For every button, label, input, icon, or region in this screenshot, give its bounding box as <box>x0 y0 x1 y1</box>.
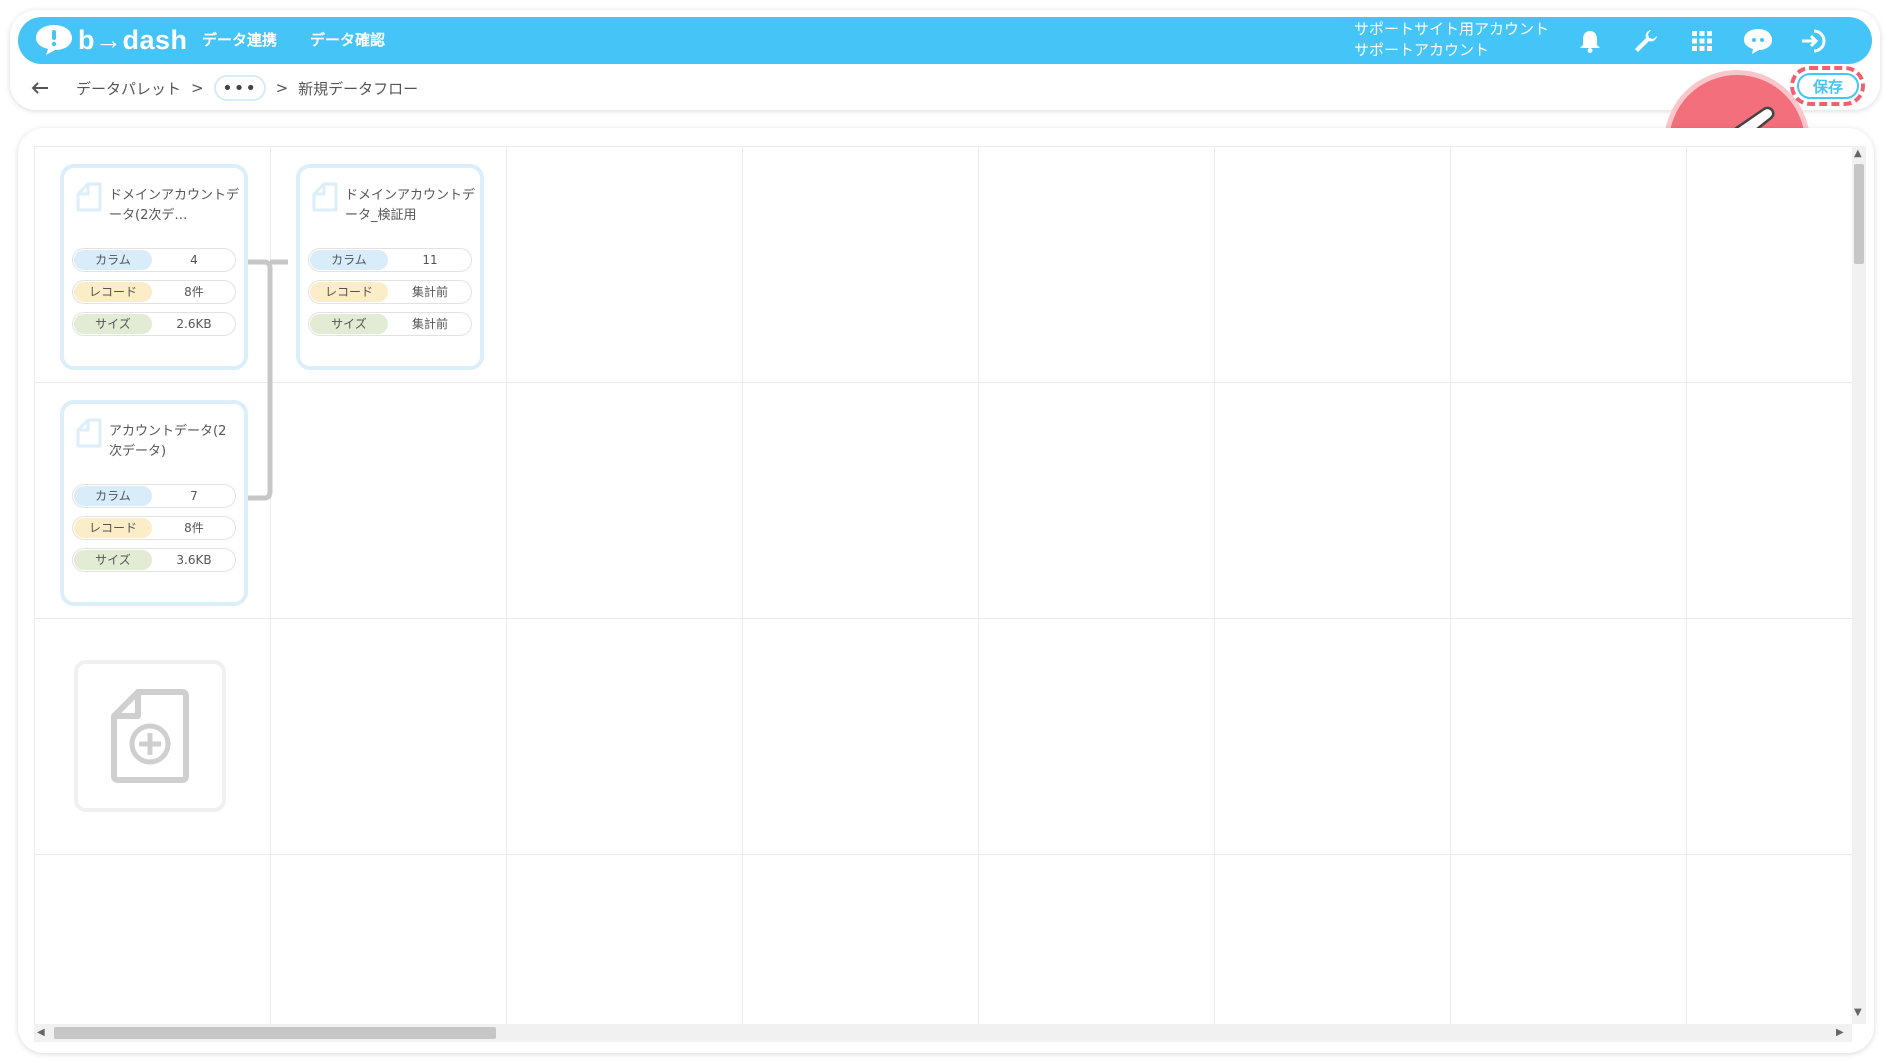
horizontal-scrollbar[interactable]: ◀ ▶ <box>34 1024 1852 1042</box>
apps-grid-icon[interactable] <box>1686 25 1718 57</box>
stat-value: 4 <box>190 253 198 267</box>
breadcrumb-root[interactable]: データパレット <box>76 78 181 99</box>
stat-value: 7 <box>190 489 198 503</box>
scroll-up-arrow[interactable]: ▲ <box>1854 149 1862 159</box>
stat-value: 3.6KB <box>176 553 212 567</box>
bell-icon[interactable] <box>1574 25 1606 57</box>
add-data-card[interactable] <box>74 660 226 812</box>
stat-label: レコード <box>74 518 152 538</box>
logo[interactable]: b→dash <box>34 22 188 58</box>
stat-row-columns: カラム 7 <box>72 484 236 508</box>
wrench-icon[interactable] <box>1630 25 1662 57</box>
stat-row-records: レコード 8件 <box>72 516 236 540</box>
stat-value: 集計前 <box>411 317 448 331</box>
scroll-left-arrow[interactable]: ◀ <box>37 1028 45 1038</box>
card-title: ドメインアカウントデータ_検証用 <box>345 188 476 223</box>
stat-row-size: サイズ 3.6KB <box>72 548 236 572</box>
data-card-domain-account[interactable]: ドメインアカウントデータ(2次デ… カラム 4 レコード 8件 サイズ 2.6KB <box>60 164 248 370</box>
stat-value: 8件 <box>184 521 204 535</box>
stat-value: 11 <box>422 253 438 267</box>
stat-row-records: レコード 8件 <box>72 280 236 304</box>
stat-row-size: サイズ 2.6KB <box>72 312 236 336</box>
breadcrumb-ellipsis-button[interactable]: ••• <box>213 75 266 101</box>
breadcrumb: データパレット > ••• > 新規データフロー <box>30 75 419 101</box>
stat-label: カラム <box>74 486 152 506</box>
card-title: ドメインアカウントデータ(2次デ… <box>109 188 240 223</box>
data-card-account[interactable]: アカウントデータ(2次データ) カラム 7 レコード 8件 サイズ 3.6KB <box>60 400 248 606</box>
account-user: サポートアカウント <box>1354 41 1490 59</box>
logout-icon[interactable] <box>1798 25 1830 57</box>
stat-label: サイズ <box>74 314 152 334</box>
scroll-right-arrow[interactable]: ▶ <box>1836 1028 1844 1038</box>
stat-value: 2.6KB <box>176 317 212 331</box>
stat-label: レコード <box>74 282 152 302</box>
card-title: アカウントデータ(2次データ) <box>109 424 227 459</box>
stat-row-records: レコード 集計前 <box>308 280 472 304</box>
horizontal-scroll-thumb[interactable] <box>54 1027 496 1039</box>
breadcrumb-current: 新規データフロー <box>298 79 419 98</box>
back-arrow-icon[interactable] <box>30 76 54 100</box>
stat-label: カラム <box>74 250 152 270</box>
support-chat-icon[interactable] <box>1742 25 1774 57</box>
nav-data-integration[interactable]: データ連携 <box>202 29 277 50</box>
vertical-scroll-thumb[interactable] <box>1854 164 1864 264</box>
top-navigation-bar: b→dash データ連携 データ確認 サポートサイト用アカウント サポートアカウ… <box>18 17 1872 64</box>
logo-bubble-icon <box>34 23 74 57</box>
stat-label: カラム <box>310 250 388 270</box>
vertical-scrollbar[interactable]: ▲ ▼ <box>1852 146 1866 1024</box>
stat-value: 8件 <box>184 285 204 299</box>
document-icon <box>312 182 338 212</box>
stat-row-size: サイズ 集計前 <box>308 312 472 336</box>
scroll-down-arrow[interactable]: ▼ <box>1854 1008 1862 1018</box>
document-icon <box>76 182 102 212</box>
add-document-icon <box>111 689 189 783</box>
data-card-domain-account-validation[interactable]: ドメインアカウントデータ_検証用 カラム 11 レコード 集計前 サイズ 集計前 <box>296 164 484 370</box>
breadcrumb-separator: > <box>275 79 289 97</box>
stat-row-columns: カラム 4 <box>72 248 236 272</box>
breadcrumb-separator: > <box>191 79 204 97</box>
account-site: サポートサイト用アカウント <box>1354 20 1550 38</box>
stat-row-columns: カラム 11 <box>308 248 472 272</box>
save-button[interactable]: 保存 <box>1797 73 1859 99</box>
document-icon <box>76 418 102 448</box>
stat-label: サイズ <box>74 550 152 570</box>
logo-text: b→dash <box>78 24 188 55</box>
stat-label: サイズ <box>310 314 388 334</box>
account-info[interactable]: サポートサイト用アカウント サポートアカウント <box>1354 19 1549 61</box>
stat-label: レコード <box>310 282 388 302</box>
nav-data-confirm[interactable]: データ確認 <box>310 29 385 50</box>
stat-value: 集計前 <box>411 285 448 299</box>
